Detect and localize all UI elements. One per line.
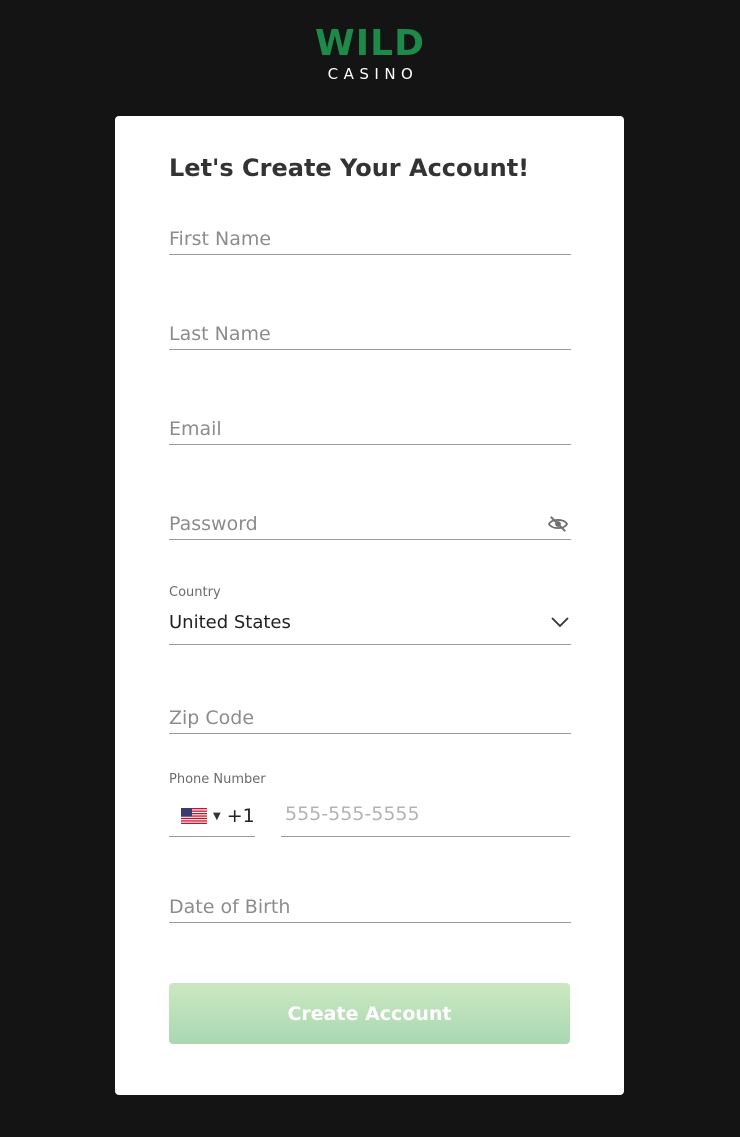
logo-casino-text: CASINO (327, 65, 419, 83)
logo-wild-text: WILD (315, 23, 425, 64)
last-name-input[interactable] (169, 319, 571, 349)
date-of-birth-input[interactable] (169, 892, 571, 922)
logo: WILD CASINO (0, 23, 740, 83)
password-field (169, 509, 571, 540)
phone-number-field (281, 796, 578, 837)
password-input[interactable] (169, 509, 529, 539)
phone-country-code-selector[interactable]: ▼ +1 (169, 796, 255, 837)
email-input[interactable] (169, 414, 571, 444)
country-select[interactable]: United States (169, 610, 571, 645)
first-name-field (169, 224, 571, 255)
form-heading: Let's Create Your Account! (169, 154, 530, 182)
create-account-button[interactable]: Create Account (169, 983, 570, 1044)
date-of-birth-field (169, 892, 571, 923)
last-name-field (169, 319, 571, 350)
country-value: United States (169, 612, 291, 633)
chevron-down-icon (551, 617, 569, 628)
eye-slash-icon[interactable] (547, 515, 569, 533)
country-label: Country (169, 585, 221, 600)
phone-number-input[interactable] (281, 796, 578, 832)
email-field (169, 414, 571, 445)
caret-down-icon: ▼ (213, 810, 221, 822)
us-flag-icon (181, 808, 207, 824)
signup-card: Let's Create Your Account! Country Unite… (115, 116, 624, 1095)
first-name-input[interactable] (169, 224, 571, 254)
phone-code: +1 (226, 805, 255, 827)
zip-code-field (169, 703, 571, 734)
zip-code-input[interactable] (169, 703, 571, 733)
phone-label: Phone Number (169, 772, 266, 787)
